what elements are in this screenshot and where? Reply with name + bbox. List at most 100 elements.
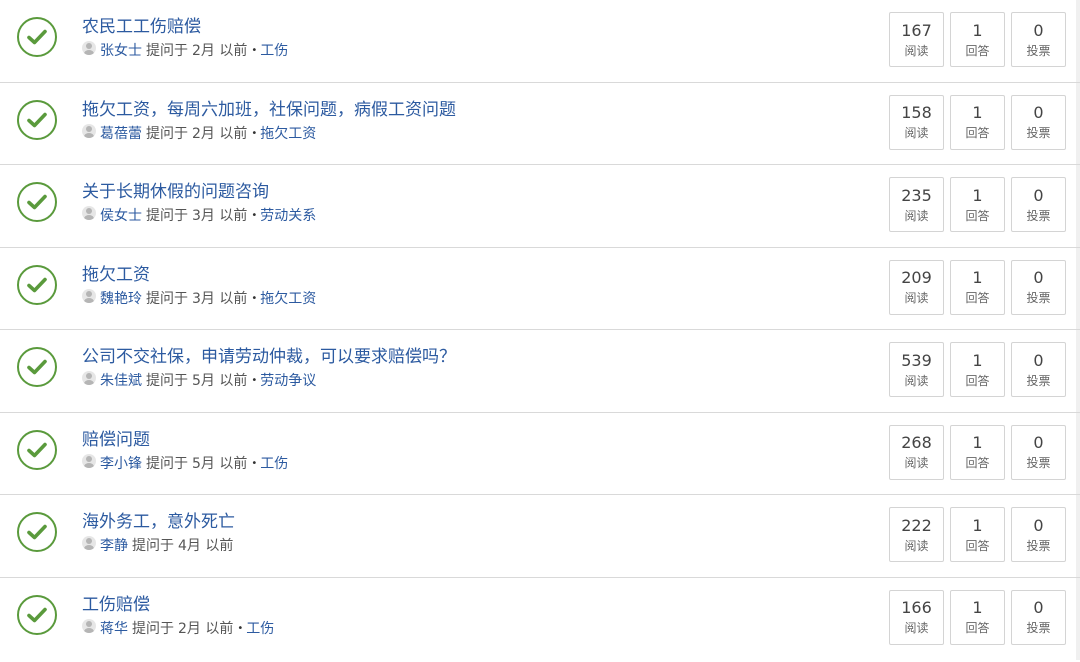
check-icon [27, 359, 47, 375]
question-list: 农民工工伤赔偿 张女士 提问于 2月 以前 • 工伤 167 阅读 1 回答 0… [0, 0, 1080, 660]
reads-stat: 222 阅读 [889, 507, 944, 562]
asker-name[interactable]: 魏艳玲 [100, 290, 142, 308]
asked-label: 提问于 [132, 620, 174, 637]
topic-link[interactable]: 拖欠工资 [260, 125, 316, 143]
reads-label: 阅读 [904, 538, 929, 553]
avatar-icon[interactable] [82, 41, 96, 55]
question-meta: 李小锋 提问于 5月 以前 • 工伤 [82, 453, 288, 473]
asker-name[interactable]: 李小锋 [100, 455, 142, 473]
asker-name[interactable]: 张女士 [100, 42, 142, 60]
votes-count: 0 [1033, 433, 1044, 452]
votes-stat: 0 投票 [1011, 589, 1066, 645]
votes-stat: 0 投票 [1011, 424, 1066, 480]
reads-count: 158 [901, 103, 932, 122]
avatar-icon[interactable] [82, 536, 96, 550]
reads-stat: 158 阅读 [889, 94, 944, 150]
avatar-icon[interactable] [82, 206, 96, 220]
asker-name[interactable]: 朱佳斌 [100, 372, 142, 390]
asked-time: 3月 以前 [192, 208, 248, 224]
answers-stat: 1 回答 [950, 342, 1005, 397]
reads-stat: 235 阅读 [889, 177, 944, 232]
answers-count: 1 [972, 433, 983, 452]
meta-bullet: • [237, 622, 244, 634]
topic-link[interactable]: 拖欠工资 [260, 290, 316, 308]
reads-label: 阅读 [904, 126, 929, 140]
question-stats: 158 阅读 1 回答 0 投票 [889, 94, 1066, 150]
asked-time: 2月 以前 [178, 620, 234, 637]
asked-time: 4月 以前 [178, 538, 234, 554]
votes-stat: 0 投票 [1011, 259, 1066, 315]
answers-stat: 1 回答 [950, 424, 1005, 480]
question-title[interactable]: 赔偿问题 [82, 429, 150, 451]
asked-label: 提问于 [146, 43, 188, 59]
topic-link[interactable]: 工伤 [260, 455, 288, 473]
question-title[interactable]: 公司不交社保，申请劳动仲裁，可以要求赔偿吗？ [82, 346, 456, 368]
row-rail [1076, 495, 1080, 577]
avatar-icon[interactable] [82, 453, 96, 468]
reads-label: 阅读 [904, 373, 929, 388]
answers-label: 回答 [965, 126, 990, 140]
row-rail [1076, 165, 1080, 247]
meta-bullet: • [251, 210, 258, 221]
reads-count: 166 [901, 598, 932, 617]
votes-label: 投票 [1026, 621, 1051, 635]
reads-label: 阅读 [904, 43, 929, 58]
topic-link[interactable]: 工伤 [260, 42, 288, 60]
question-stats: 166 阅读 1 回答 0 投票 [889, 589, 1066, 645]
question-title[interactable]: 农民工工伤赔偿 [82, 16, 201, 38]
avatar-icon[interactable] [82, 371, 96, 385]
reads-label: 阅读 [904, 621, 929, 635]
answers-count: 1 [972, 268, 983, 287]
answers-count: 1 [972, 598, 983, 617]
question-row: 赔偿问题 李小锋 提问于 5月 以前 • 工伤 268 阅读 1 回答 0 投票 [0, 412, 1080, 495]
question-title[interactable]: 拖欠工资，每周六加班，社保问题，病假工资问题 [82, 99, 456, 121]
reads-count: 539 [901, 350, 932, 370]
avatar-icon[interactable] [82, 288, 96, 303]
reads-label: 阅读 [904, 208, 929, 223]
answers-label: 回答 [965, 456, 990, 470]
question-title[interactable]: 关于长期休假的问题咨询 [82, 181, 269, 203]
question-stats: 235 阅读 1 回答 0 投票 [889, 177, 1066, 232]
question-row: 拖欠工资，每周六加班，社保问题，病假工资问题 葛蓓蕾 提问于 2月 以前 • 拖… [0, 82, 1080, 165]
asked-label: 提问于 [132, 538, 174, 554]
question-meta: 朱佳斌 提问于 5月 以前 • 劳动争议 [82, 371, 316, 390]
asker-name[interactable]: 蒋华 [100, 620, 128, 638]
check-circle-icon [17, 17, 57, 57]
row-rail [1076, 577, 1080, 660]
reads-stat: 268 阅读 [889, 424, 944, 480]
question-row: 关于长期休假的问题咨询 侯女士 提问于 3月 以前 • 劳动关系 235 阅读 … [0, 165, 1080, 248]
votes-count: 0 [1033, 268, 1044, 287]
reads-count: 209 [901, 268, 932, 287]
asked-label: 提问于 [146, 373, 188, 389]
topic-link[interactable]: 工伤 [246, 620, 274, 638]
check-circle-icon [17, 594, 57, 635]
asked-time: 5月 以前 [192, 373, 248, 389]
votes-label: 投票 [1026, 373, 1051, 388]
asked-time: 3月 以前 [192, 290, 248, 307]
asked-label: 提问于 [146, 125, 188, 142]
reads-count: 167 [901, 20, 932, 40]
asker-name[interactable]: 葛蓓蕾 [100, 125, 142, 143]
reads-count: 235 [901, 185, 932, 205]
votes-label: 投票 [1026, 291, 1051, 305]
topic-link[interactable]: 劳动争议 [260, 372, 316, 390]
votes-count: 0 [1033, 515, 1044, 535]
avatar-icon[interactable] [82, 123, 96, 138]
avatar-icon[interactable] [82, 618, 96, 633]
answers-stat: 1 回答 [950, 12, 1005, 67]
reads-label: 阅读 [904, 456, 929, 470]
question-title[interactable]: 海外务工，意外死亡 [82, 511, 235, 533]
votes-stat: 0 投票 [1011, 12, 1066, 67]
asker-name[interactable]: 李静 [100, 537, 128, 555]
asker-name[interactable]: 侯女士 [100, 207, 142, 225]
question-title[interactable]: 拖欠工资 [82, 264, 150, 286]
votes-label: 投票 [1026, 456, 1051, 470]
votes-count: 0 [1033, 103, 1044, 122]
question-title[interactable]: 工伤赔偿 [82, 594, 150, 616]
reads-count: 268 [901, 433, 932, 452]
check-circle-icon [17, 347, 57, 387]
topic-link[interactable]: 劳动关系 [260, 207, 316, 225]
question-stats: 209 阅读 1 回答 0 投票 [889, 259, 1066, 315]
check-icon [27, 607, 47, 622]
check-icon [27, 442, 47, 457]
